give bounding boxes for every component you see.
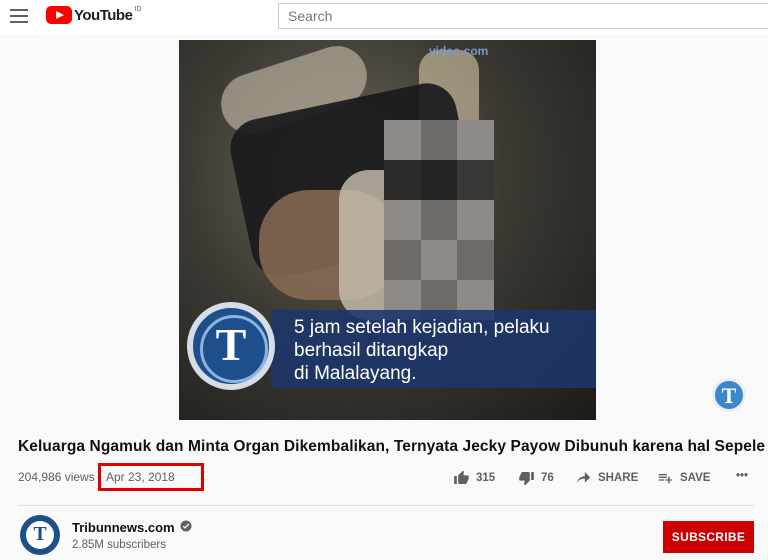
dislike-count: 76	[541, 472, 554, 484]
video-watermark: video.com	[429, 44, 489, 58]
divider	[18, 505, 754, 506]
censor-pixelation	[384, 120, 494, 320]
verified-check-icon	[180, 520, 192, 535]
share-button[interactable]: SHARE	[575, 470, 638, 486]
avatar-badge: T	[26, 521, 54, 549]
youtube-play-icon	[46, 6, 72, 24]
top-bar: YouTube ID	[0, 0, 768, 34]
search-input[interactable]	[279, 4, 768, 28]
share-arrow-icon	[575, 470, 592, 486]
logo-text: YouTube	[74, 6, 133, 24]
view-count: 204,986 views	[18, 470, 95, 484]
playlist-add-icon	[657, 470, 674, 486]
thumbs-down-icon	[518, 470, 535, 486]
like-count: 315	[476, 472, 496, 484]
channel-name-link[interactable]: Tribunnews.com	[72, 520, 192, 535]
subscriber-count: 2.85M subscribers	[72, 539, 166, 551]
share-label: SHARE	[598, 472, 639, 484]
avatar-letter: T	[33, 523, 47, 545]
dislike-button[interactable]: 76	[518, 470, 554, 486]
search-box	[278, 3, 768, 29]
region-code: ID	[134, 5, 142, 13]
youtube-logo[interactable]: YouTube ID	[46, 6, 141, 24]
emblem-letter: T	[215, 319, 247, 370]
more-actions-button[interactable]: •••	[730, 470, 748, 482]
like-button[interactable]: 315	[453, 470, 495, 486]
save-button[interactable]: SAVE	[657, 470, 710, 486]
video-caption: 5 jam setelah kejadian, pelaku berhasil …	[294, 316, 594, 385]
caption-line: 5 jam setelah kejadian, pelaku	[294, 317, 550, 338]
watermark-letter: T	[721, 383, 737, 408]
menu-icon[interactable]	[10, 9, 28, 23]
more-icon: •••	[736, 470, 749, 482]
channel-watermark-icon[interactable]: T	[712, 378, 746, 412]
caption-line: di Malalayang.	[294, 363, 417, 384]
thumbs-up-icon	[453, 470, 470, 486]
channel-name: Tribunnews.com	[72, 520, 175, 535]
save-label: SAVE	[680, 472, 711, 484]
video-title: Keluarga Ngamuk dan Minta Organ Dikembal…	[18, 438, 766, 455]
subscribe-button[interactable]: SUBSCRIBE	[663, 521, 754, 553]
channel-avatar[interactable]: T	[20, 515, 60, 555]
caption-line: berhasil ditangkap	[294, 340, 449, 361]
upload-date: Apr 23, 2018	[106, 470, 175, 484]
video-frame[interactable]: video.com T 5 jam setelah kejadian, pela…	[179, 40, 596, 420]
tribun-emblem-icon: T	[187, 302, 275, 390]
